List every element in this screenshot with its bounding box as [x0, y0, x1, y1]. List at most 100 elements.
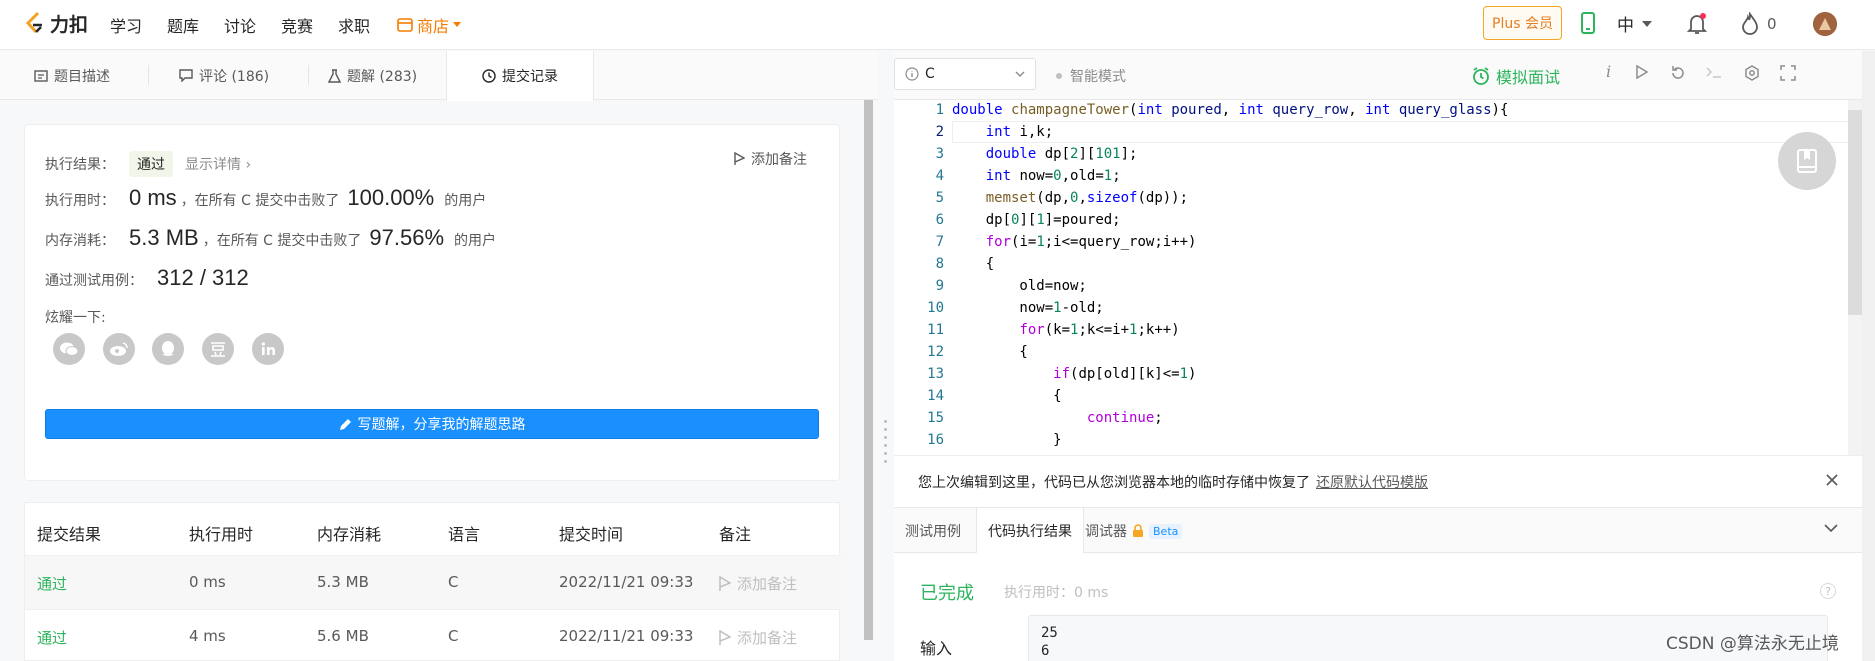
row-status-link[interactable]: 通过 — [37, 573, 67, 594]
code-token: double — [985, 146, 1037, 162]
tab-run-result[interactable]: 代码执行结果 — [976, 508, 1084, 554]
tab-debugger[interactable]: 调试器 Beta — [1074, 508, 1193, 554]
memory-value: 5.3 MB — [129, 225, 199, 250]
show-details-link[interactable]: 显示详情 › — [185, 154, 251, 174]
column-header: 备注 — [719, 525, 752, 544]
fire-icon[interactable] — [1740, 12, 1760, 36]
code-token: int — [1365, 102, 1391, 118]
tab-divider — [148, 65, 149, 85]
show-details-label: 显示详情 — [185, 157, 241, 173]
logo[interactable]: 力扣 — [24, 10, 88, 37]
close-icon[interactable] — [1826, 474, 1838, 486]
tab-comments[interactable]: 评论 (186) — [167, 51, 281, 100]
help-icon[interactable]: ? — [1820, 583, 1836, 599]
nav-jobs[interactable]: 求职 — [338, 13, 370, 37]
column-header: 提交时间 — [559, 525, 624, 544]
row-add-note-button[interactable]: 添加备注 — [719, 627, 797, 648]
editor-scrollbar[interactable] — [1848, 110, 1862, 315]
panel-resize-handle[interactable] — [878, 51, 894, 661]
code-token: if — [1053, 366, 1071, 382]
nav-learn[interactable]: 学习 — [110, 13, 142, 37]
plus-member-button[interactable]: Plus 会员 — [1483, 6, 1562, 40]
linkedin-share-icon[interactable] — [252, 333, 284, 365]
weibo-share-icon[interactable] — [103, 333, 135, 365]
avatar-image-icon — [1813, 12, 1837, 36]
memory-beat-text: ，在所有 C 提交中击败了 — [202, 233, 362, 249]
language-select[interactable]: C — [894, 58, 1036, 90]
flag-icon — [734, 152, 745, 165]
wechat-share-icon[interactable] — [53, 333, 85, 365]
chevron-down-icon[interactable] — [1824, 524, 1838, 532]
qq-share-icon[interactable] — [152, 333, 184, 365]
row-language: C — [448, 627, 459, 645]
line-number: 13 — [927, 366, 944, 382]
code-token: 1 — [1103, 168, 1113, 184]
code-token: 101 — [1095, 146, 1121, 162]
add-note-button[interactable]: 添加备注 — [734, 149, 807, 169]
avatar[interactable] — [1813, 12, 1837, 36]
row-status-link[interactable]: 通过 — [37, 627, 67, 648]
reset-icon[interactable] — [1670, 65, 1686, 81]
nav-contest[interactable]: 竞赛 — [281, 13, 313, 37]
write-solution-button[interactable]: 写题解，分享我的解题思路 — [45, 409, 819, 439]
code-line: int i,k; — [985, 124, 1054, 140]
language-switch[interactable]: 中 — [1617, 11, 1652, 36]
runtime-row: 执行用时： 0 ms ，在所有 C 提交中击败了 100.00% 的用户 — [45, 185, 486, 211]
code-token: query_row — [1272, 102, 1349, 118]
pencil-icon — [339, 418, 351, 430]
tab-solutions[interactable]: 题解 (283) — [316, 51, 429, 100]
code-token: 2 — [1070, 146, 1079, 162]
mock-interview-button[interactable]: 模拟面试 — [1472, 64, 1560, 88]
tab-testcase[interactable]: 测试用例 — [894, 508, 972, 554]
code-token: champagneTower — [1011, 102, 1130, 118]
line-number: 8 — [935, 256, 944, 272]
row-submit-time: 2022/11/21 09:33 — [559, 573, 694, 591]
nav-shop[interactable]: 商店 — [397, 13, 462, 37]
nav-discuss[interactable]: 讨论 — [224, 13, 256, 37]
settings-icon[interactable] — [1744, 65, 1760, 81]
line-number: 7 — [935, 234, 944, 250]
column-header: 语言 — [448, 525, 481, 544]
drag-dot — [884, 460, 887, 463]
runtime-percent: 100.00% — [347, 185, 435, 210]
left-panel-scrollbar[interactable] — [864, 100, 873, 640]
mobile-icon[interactable] — [1581, 12, 1595, 34]
code-token: memset — [985, 190, 1037, 206]
restore-message: 您上次编辑到这里，代码已从您浏览器本地的临时存储中恢复了 — [918, 474, 1310, 491]
code-token: sizeof — [1086, 190, 1138, 206]
line-number: 14 — [927, 388, 944, 404]
tab-submissions[interactable]: 提交记录 — [446, 51, 594, 101]
nav-problems[interactable]: 题库 — [167, 13, 199, 37]
code-token: int — [1238, 102, 1264, 118]
logo-text: 力扣 — [50, 14, 89, 36]
document-icon — [34, 69, 48, 82]
tab-divider — [308, 65, 309, 85]
code-line: now=1-old; — [952, 300, 1104, 316]
code-token: 1 — [1129, 322, 1138, 338]
bell-icon[interactable] — [1686, 12, 1708, 36]
top-nav: 力扣 学习 题库 讨论 竞赛 求职 商店 Plus 会员 中 0 — [0, 0, 1875, 50]
restore-default-template-link[interactable]: 还原默认代码模版 — [1316, 472, 1428, 492]
drag-dot — [884, 436, 887, 439]
row-add-note-button[interactable]: 添加备注 — [719, 573, 797, 594]
terminal-icon[interactable] — [1706, 65, 1722, 79]
notebook-button[interactable] — [1778, 132, 1836, 190]
smart-mode-toggle[interactable]: 智能模式 — [1056, 66, 1126, 86]
row-memory: 5.3 MB — [317, 573, 369, 591]
table-row[interactable]: 通过 0 ms 5.3 MB C 2022/11/21 09:33 添加备注 — [25, 555, 841, 609]
run-exec-time: 执行用时：0 ms — [1004, 585, 1109, 601]
info-italic-icon[interactable]: i — [1606, 62, 1611, 81]
run-status: 已完成 — [920, 583, 974, 604]
table-row[interactable]: 通过 4 ms 5.6 MB C 2022/11/21 09:33 添加备注 — [25, 609, 841, 661]
douban-share-icon[interactable] — [202, 333, 234, 365]
tab-description[interactable]: 题目描述 — [22, 51, 122, 100]
status-row: 执行结果： 通过 显示详情 › — [45, 151, 251, 177]
play-icon[interactable] — [1636, 65, 1648, 79]
page-scrollbar[interactable] — [1862, 51, 1875, 661]
code-editor[interactable]: 1 2 3 4 5 6 7 8 9 10 11 12 13 14 15 16 d… — [894, 100, 1862, 455]
nav-shop-label: 商店 — [417, 17, 450, 36]
chevron-down-icon — [1642, 20, 1652, 27]
column-header: 内存消耗 — [317, 525, 382, 544]
row-submit-time: 2022/11/21 09:33 — [559, 627, 694, 645]
fullscreen-icon[interactable] — [1780, 65, 1796, 81]
